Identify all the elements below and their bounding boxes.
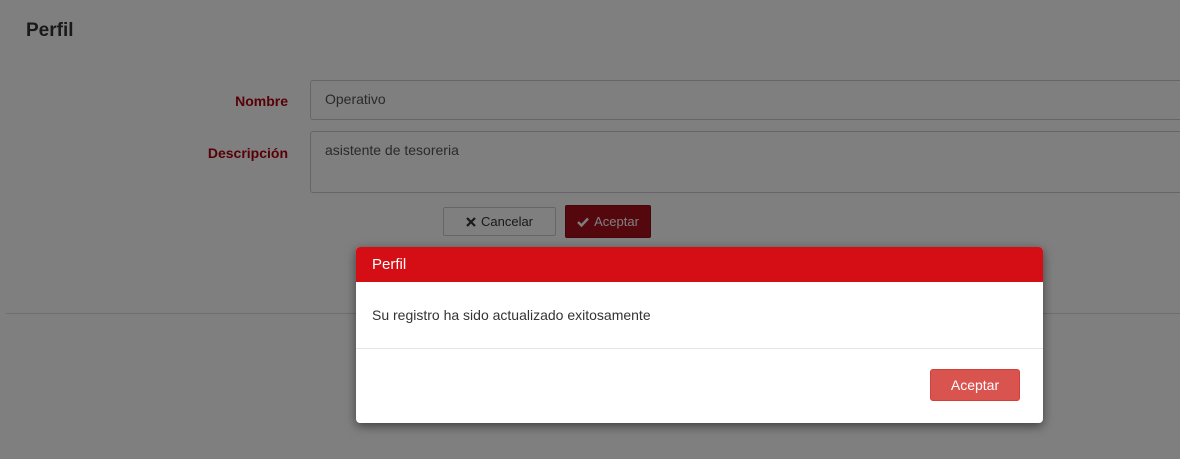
dialog-accept-button[interactable]: Aceptar [930, 369, 1020, 401]
success-dialog: Perfil Su registro ha sido actualizado e… [356, 247, 1043, 423]
dialog-body: Su registro ha sido actualizado exitosam… [356, 282, 1043, 349]
dialog-header: Perfil [356, 247, 1043, 282]
dialog-title: Perfil [372, 256, 407, 273]
dialog-footer: Aceptar [356, 349, 1043, 423]
dialog-message: Su registro ha sido actualizado exitosam… [372, 307, 651, 323]
